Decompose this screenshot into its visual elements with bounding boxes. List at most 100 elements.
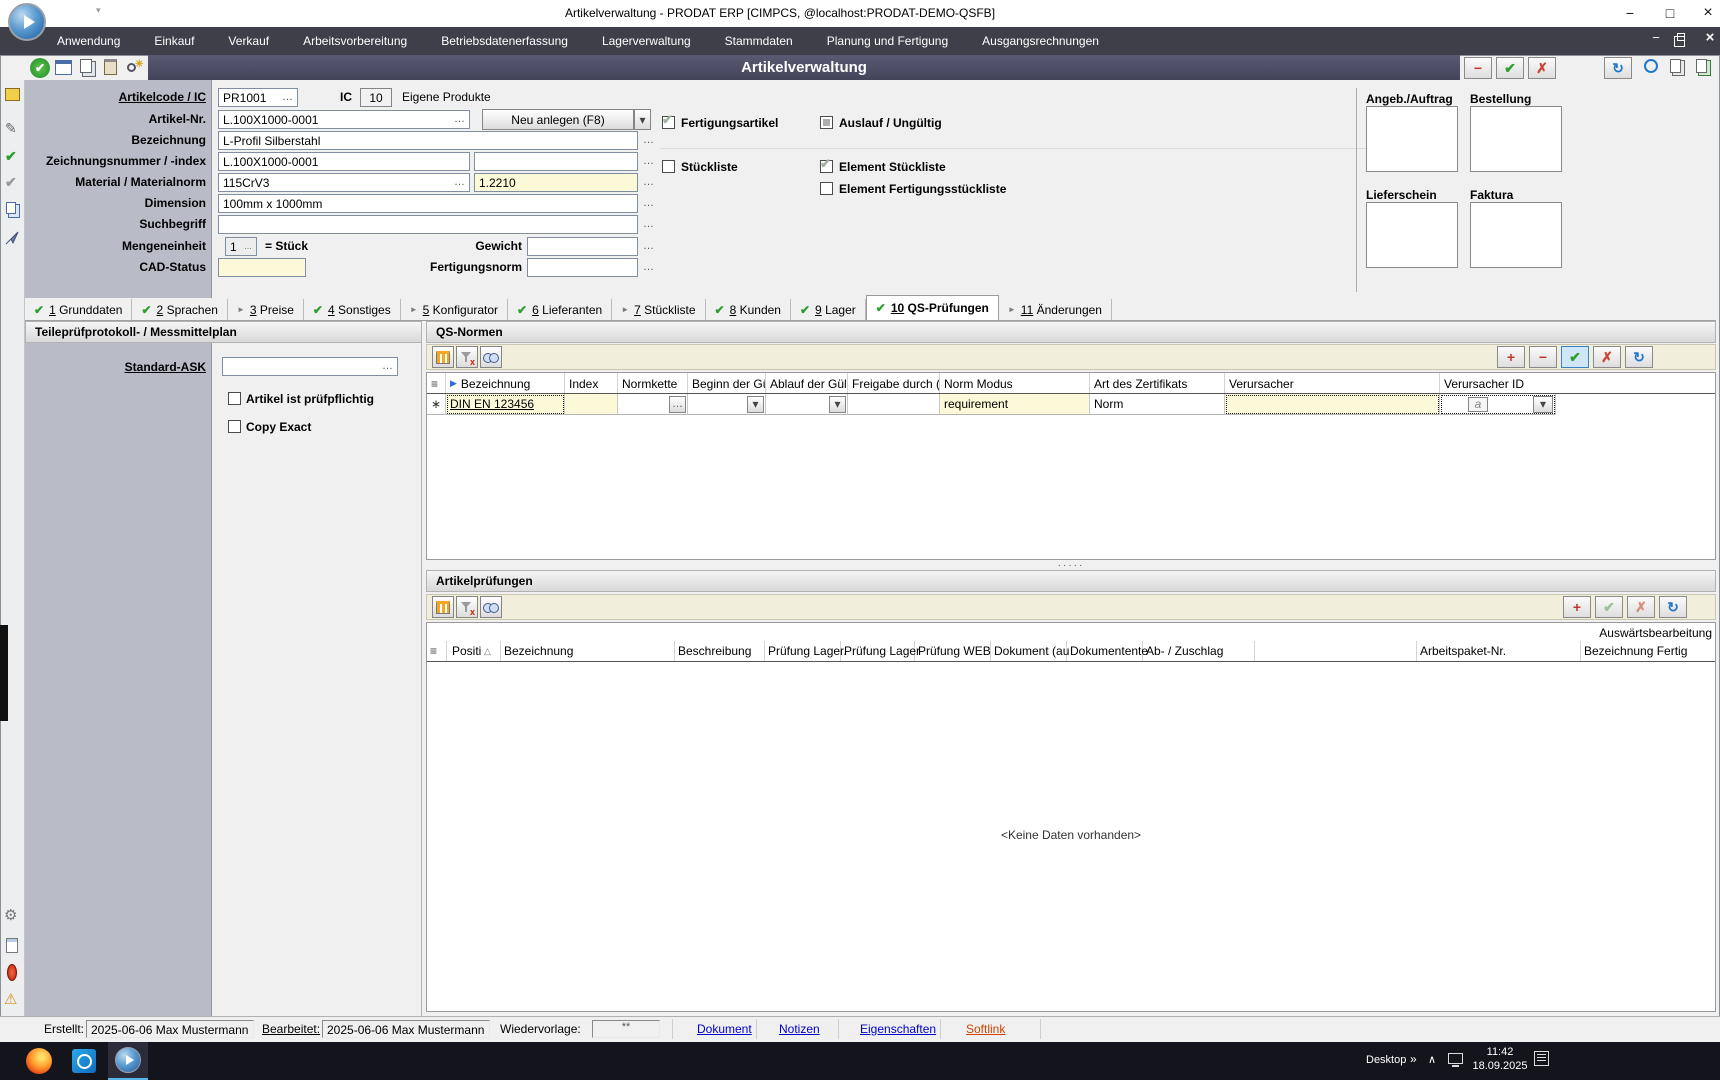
qs-refresh-button[interactable]: ↻	[1625, 346, 1653, 368]
standard-ask-label[interactable]: Standard-ASK	[28, 360, 206, 374]
qs-bezeichnung-value[interactable]: DIN EN 123456	[450, 397, 534, 411]
ap-col-ab-zuschlag[interactable]: Ab- / Zuschlag	[1146, 644, 1223, 658]
auslauf-checkbox[interactable]	[820, 116, 833, 129]
sidebar-warning-icon[interactable]: ⚠	[4, 990, 17, 1008]
qs-search-button[interactable]	[480, 346, 502, 368]
wiedervorlage-field[interactable]: **	[592, 1020, 660, 1038]
menu-anwendung[interactable]: Anwendung	[40, 27, 137, 55]
ap-cancel-button[interactable]: ✗	[1627, 596, 1655, 618]
standard-ask-lookup-icon[interactable]: …	[382, 361, 393, 372]
neu-anlegen-button[interactable]: Neu anlegen (F8)	[482, 109, 634, 130]
ap-col-bezeichnung-fertig[interactable]: Bezeichnung Fertig	[1584, 644, 1687, 658]
bezeichnung-field[interactable]: L-Profil Silberstahl	[218, 131, 638, 150]
gewicht-field[interactable]	[527, 237, 638, 256]
ap-col-dokument[interactable]: Dokument (au	[994, 644, 1069, 658]
tab-sprachen[interactable]: ✔2 Sprachen	[132, 299, 227, 320]
menu-einkauf[interactable]: Einkauf	[137, 27, 211, 55]
suchbegriff-field[interactable]	[218, 215, 638, 234]
suchbegriff-lookup-icon[interactable]: …	[643, 219, 654, 230]
dimension-field[interactable]: 100mm x 1000mm	[218, 194, 638, 213]
material-lookup-icon[interactable]: …	[454, 177, 465, 188]
qs-cell-art-zertifikat[interactable]: Norm	[1090, 394, 1225, 415]
qs-cell-beginn[interactable]: ▾	[688, 394, 766, 415]
pruefpflichtig-checkbox[interactable]	[228, 392, 241, 405]
eigenschaften-link[interactable]: Eigenschaften	[860, 1022, 936, 1036]
qs-filter-button[interactable]: x	[456, 346, 478, 368]
qs-remove-row-button[interactable]: −	[1529, 346, 1557, 368]
ap-add-row-button[interactable]: +	[1563, 596, 1591, 618]
notizen-link[interactable]: Notizen	[779, 1022, 820, 1036]
tray-chevron-icon[interactable]: ∧	[1428, 1053, 1436, 1066]
ap-grid-view-button[interactable]	[432, 596, 454, 618]
sidebar-copy-icon[interactable]	[6, 202, 16, 214]
softlink-link[interactable]: Softlink	[966, 1022, 1005, 1036]
ap-accept-button[interactable]: ✔	[1595, 596, 1623, 618]
window-maximize-button[interactable]: □	[1654, 0, 1686, 26]
ap-col-bezeichnung[interactable]: Bezeichnung	[504, 644, 573, 658]
menu-betriebsdatenerfassung[interactable]: Betriebsdatenerfassung	[424, 27, 585, 55]
quick-access-chevron-icon[interactable]: ▾	[96, 5, 101, 16]
label-artikelcode[interactable]: Artikelcode / IC	[28, 90, 206, 104]
record-accept-button[interactable]: ✔	[1496, 57, 1524, 79]
mdi-restore-button[interactable]	[1674, 36, 1685, 47]
record-cancel-button[interactable]: ✗	[1528, 57, 1556, 79]
dimension-lookup-icon[interactable]: …	[643, 198, 654, 209]
normkette-lookup-button[interactable]: …	[669, 396, 686, 413]
toolbar-clipboard-icon[interactable]	[104, 59, 117, 75]
tray-clock-time[interactable]: 11:42	[1472, 1046, 1528, 1058]
qs-cell-norm-modus[interactable]: requirement	[940, 394, 1090, 415]
mdi-minimize-button[interactable]: −	[1646, 30, 1666, 50]
copy-exact-checkbox[interactable]	[228, 420, 241, 433]
bearbeitet-label[interactable]: Bearbeitet:	[262, 1022, 320, 1036]
menu-ausgangsrechnungen[interactable]: Ausgangsrechnungen	[965, 27, 1116, 55]
mengeneinheit-field[interactable]: 1 …	[225, 237, 257, 256]
qs-col-index[interactable]: Index	[565, 373, 618, 394]
tab-konfigurator[interactable]: ►5 Konfigurator	[401, 299, 508, 320]
toolbar-ok-button[interactable]: ✔	[30, 58, 50, 78]
ic-field[interactable]: 10	[360, 88, 392, 107]
tab-stueckliste[interactable]: ►7 Stückliste	[612, 299, 705, 320]
beginn-dropdown-button[interactable]: ▾	[747, 396, 764, 413]
ablauf-dropdown-button[interactable]: ▾	[829, 396, 846, 413]
cad-status-field[interactable]	[218, 258, 306, 277]
artikel-nr-lookup-icon[interactable]: …	[454, 114, 465, 125]
bestellung-box[interactable]	[1470, 106, 1562, 172]
material-field[interactable]: 115CrV3 …	[218, 173, 470, 192]
angeb-auftrag-box[interactable]	[1366, 106, 1458, 172]
qs-accept-button[interactable]: ✔	[1561, 346, 1589, 368]
sidebar-edit-icon[interactable]: ✎	[5, 120, 17, 137]
refresh-button[interactable]: ↻	[1604, 57, 1632, 79]
qs-col-verursacher[interactable]: Verursacher	[1225, 373, 1440, 394]
sidebar-approve-icon[interactable]: ✔	[5, 148, 17, 165]
menge-lookup-icon[interactable]: …	[244, 243, 252, 251]
qs-cell-verursacher-id[interactable]: a ▾	[1440, 394, 1556, 415]
tray-clock-date[interactable]: 18.09.2025	[1472, 1060, 1528, 1072]
tab-kunden[interactable]: ✔8 Kunden	[706, 299, 791, 320]
ap-filter-button[interactable]: x	[456, 596, 478, 618]
ap-col-arbeitspaket[interactable]: Arbeitspaket-Nr.	[1420, 644, 1506, 658]
tab-lieferanten[interactable]: ✔6 Lieferanten	[508, 299, 612, 320]
qs-col-norm-modus[interactable]: Norm Modus	[940, 373, 1090, 394]
section-splitter[interactable]: ·····	[426, 560, 1716, 570]
sidebar-dart-icon[interactable]	[4, 230, 20, 246]
qs-cell-ablauf[interactable]: ▾	[766, 394, 848, 415]
zeichnungsindex-field[interactable]	[474, 152, 638, 171]
tab-qs-pruefungen[interactable]: ✔10 QS-Prüfungen	[866, 295, 999, 320]
taskbar-prodat-slot[interactable]	[108, 1042, 148, 1080]
qs-col-bezeichnung[interactable]: ▶Bezeichnung	[446, 373, 565, 394]
ap-search-button[interactable]	[480, 596, 502, 618]
taskbar-overflow-chevron[interactable]: »	[1410, 1052, 1417, 1066]
artikelcode-field[interactable]: PR1001 …	[218, 88, 298, 107]
tab-lager[interactable]: ✔9 Lager	[791, 299, 866, 320]
zeichnung-lookup-icon[interactable]: …	[643, 156, 654, 167]
materialnorm-field[interactable]: 1.2210	[474, 173, 638, 192]
artikelcode-lookup-icon[interactable]: …	[282, 92, 293, 103]
tray-network-icon[interactable]	[1448, 1053, 1463, 1064]
pages-icon[interactable]	[1670, 59, 1681, 73]
qs-col-verursacher-id[interactable]: Verursacher ID	[1440, 373, 1556, 394]
sidebar-settings-icon[interactable]: ⚙	[4, 906, 17, 924]
artikel-nr-field[interactable]: L.100X1000-0001 …	[218, 110, 470, 129]
window-minimize-button[interactable]: −	[1614, 0, 1646, 26]
neu-anlegen-dropdown-button[interactable]: ▾	[634, 109, 651, 130]
history-search-icon[interactable]	[1644, 59, 1658, 73]
